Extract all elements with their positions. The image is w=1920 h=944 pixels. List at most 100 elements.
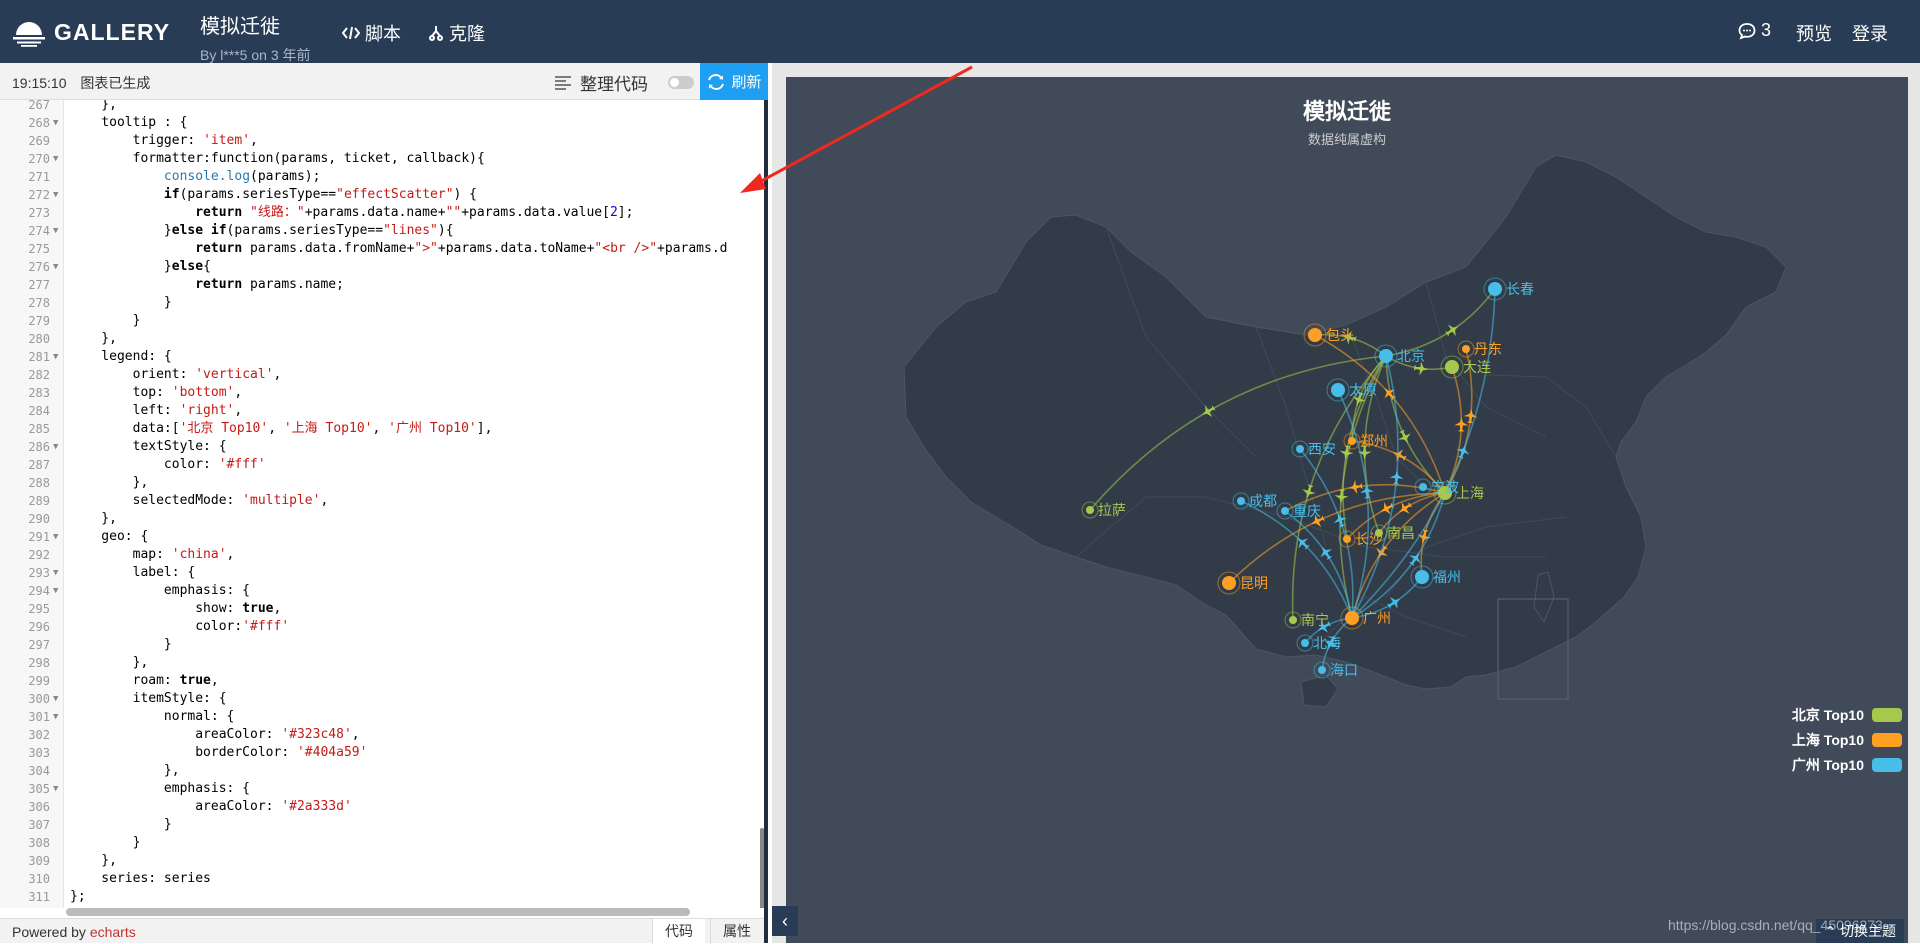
status-message: 图表已生成 (80, 75, 151, 91)
nav-script[interactable]: 脚本 (342, 20, 401, 46)
code-line: 282 orient: 'vertical', (0, 366, 764, 384)
code-line: 281 ▼ legend: { (0, 348, 764, 366)
city-marker[interactable] (1222, 576, 1236, 590)
code-line: 279 } (0, 312, 764, 330)
hainan-island (1300, 674, 1339, 708)
fold-icon[interactable]: ▼ (53, 708, 58, 726)
tab-properties[interactable]: 属性 (710, 919, 763, 944)
line-number: 267 (28, 100, 50, 112)
legend-guangzhou-swatch (1872, 758, 1902, 772)
code-text: color: '#fff' (70, 457, 266, 472)
city-marker[interactable] (1289, 616, 1297, 624)
fold-icon[interactable]: ▼ (53, 258, 58, 276)
code-line: 299 roam: true, (0, 672, 764, 690)
powered-prefix: Powered by (12, 924, 86, 940)
code-text: }, (70, 331, 117, 346)
code-text: selectedMode: 'multiple', (70, 493, 329, 508)
city-marker[interactable] (1345, 611, 1359, 625)
nav-script-label: 脚本 (365, 24, 401, 44)
city-marker[interactable] (1308, 328, 1322, 342)
code-line: 272 ▼ if(params.seriesType=="effectScatte… (0, 186, 764, 204)
code-text: areaColor: '#323c48', (70, 727, 360, 742)
code-text: }, (70, 763, 180, 778)
code-text: borderColor: '#404a59' (70, 745, 368, 760)
login-button[interactable]: 登录 (1852, 20, 1888, 46)
city-marker[interactable] (1445, 360, 1459, 374)
vertical-scrollbar[interactable] (760, 828, 764, 908)
city-marker[interactable] (1488, 282, 1502, 296)
code-text: return params.data.fromName+">"+params.d… (195, 241, 728, 256)
code-line: 297 } (0, 636, 764, 654)
format-code-button[interactable]: 整理代码 (554, 70, 648, 95)
city-marker[interactable] (1086, 506, 1094, 514)
code-line: 302 areaColor: '#323c48', (0, 726, 764, 744)
city-label: 广州 (1363, 610, 1391, 626)
code-text: series: series (70, 871, 211, 886)
fold-icon[interactable]: ▼ (53, 528, 58, 546)
city-marker[interactable] (1318, 666, 1326, 674)
legend-shanghai-label: 上海 Top10 (1791, 732, 1864, 748)
line-number: 269 (28, 134, 50, 148)
code-text: map: 'china', (70, 547, 235, 562)
preview-button[interactable]: 预览 (1796, 20, 1832, 46)
line-number: 270 (28, 152, 50, 166)
code-line: 309 }, (0, 852, 764, 870)
code-text: }; (70, 889, 86, 904)
legend-shanghai[interactable]: 上海 Top10 (1792, 730, 1902, 750)
legend-beijing[interactable]: 北京 Top10 (1792, 705, 1902, 725)
nav-clone-label: 克隆 (449, 24, 485, 44)
code-line: 270 ▼ formatter:function(params, ticket, … (0, 150, 764, 168)
city-marker[interactable] (1281, 507, 1289, 515)
city-marker[interactable] (1301, 639, 1309, 647)
city-marker[interactable] (1343, 535, 1351, 543)
city-marker[interactable] (1419, 483, 1427, 491)
city-marker[interactable] (1331, 383, 1345, 397)
line-number: 268 (28, 116, 50, 130)
line-number: 297 (28, 638, 50, 652)
code-text: }, (70, 655, 149, 670)
fold-icon[interactable]: ▼ (53, 690, 58, 708)
nav-clone[interactable]: 克隆 (428, 20, 485, 46)
comment-icon (1738, 22, 1756, 40)
horizontal-scrollbar[interactable] (66, 908, 690, 916)
collapse-code-button[interactable]: ‹ (772, 906, 798, 936)
gallery-logo[interactable]: GALLERY (12, 14, 170, 50)
author-line: By l***5 on 3 年前 (200, 47, 311, 63)
fold-icon[interactable]: ▼ (53, 186, 58, 204)
fold-icon[interactable]: ▼ (53, 582, 58, 600)
fold-icon[interactable]: ▼ (53, 150, 58, 168)
echarts-link[interactable]: echarts (90, 924, 136, 940)
fold-icon[interactable]: ▼ (53, 348, 58, 366)
tab-code[interactable]: 代码 (652, 919, 705, 944)
comments-button[interactable]: 3 (1738, 20, 1771, 41)
city-marker[interactable] (1415, 570, 1429, 584)
fold-icon[interactable]: ▼ (53, 114, 58, 132)
code-editor[interactable]: 267 }, 268 ▼ tooltip : {269 trigger: 'item… (0, 100, 764, 908)
city-marker[interactable] (1348, 437, 1356, 445)
line-number: 296 (28, 620, 50, 634)
gallery-logo-icon (13, 22, 45, 47)
legend-guangzhou[interactable]: 广州 Top10 (1792, 755, 1902, 775)
code-icon (342, 26, 360, 40)
code-text: geo: { (70, 529, 149, 544)
code-text: data:['北京 Top10', '上海 Top10', '广州 Top10'… (70, 421, 493, 436)
format-code-label: 整理代码 (580, 75, 648, 94)
city-marker[interactable] (1379, 349, 1393, 363)
code-footer: Powered by echarts 代码 属性 (0, 918, 764, 944)
city-label: 西安 (1308, 441, 1336, 457)
city-marker[interactable] (1237, 497, 1245, 505)
fold-icon[interactable]: ▼ (53, 438, 58, 456)
code-line: 301 ▼ normal: { (0, 708, 764, 726)
auto-format-toggle[interactable] (668, 76, 694, 89)
status-text: 19:15:10 图表已生成 (12, 73, 150, 93)
fold-icon[interactable]: ▼ (53, 222, 58, 240)
code-line: 305 ▼ emphasis: { (0, 780, 764, 798)
city-marker[interactable] (1462, 345, 1470, 353)
code-text: } (70, 295, 172, 310)
fold-icon[interactable]: ▼ (53, 564, 58, 582)
city-marker[interactable] (1296, 445, 1304, 453)
code-line: 306 areaColor: '#2a333d' (0, 798, 764, 816)
code-line: 293 ▼ label: { (0, 564, 764, 582)
legend-guangzhou-label: 广州 Top10 (1791, 757, 1864, 773)
fold-icon[interactable]: ▼ (53, 780, 58, 798)
